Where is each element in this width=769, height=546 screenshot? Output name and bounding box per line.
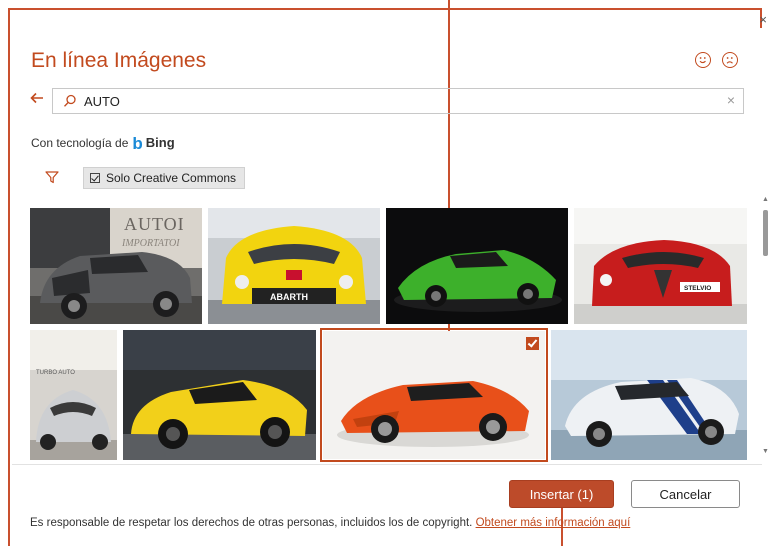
cancel-button[interactable]: Cancelar [631,480,740,508]
image-result-4[interactable]: STELVIO [574,208,747,324]
creative-commons-filter[interactable]: Solo Creative Commons [83,167,246,189]
bing-brand: Bing [145,135,175,150]
results-scrollbar[interactable]: ▲ ▼ [762,196,769,458]
filter-icon[interactable] [45,171,59,189]
abarth-plate-text: ABARTH [270,292,308,302]
powered-by-bing: Con tecnología de b Bing [31,134,175,154]
callout-frame-left [8,8,10,546]
more-info-link[interactable]: Obtener más información aquí [476,517,631,529]
showroom-sign-subtext: IMPORTATOI [121,238,180,249]
frown-icon[interactable] [722,52,738,68]
footer-divider [12,464,762,465]
online-images-dialog: × En línea Imágenes AUTO × Con tecnologí… [0,0,769,546]
scroll-down-icon[interactable]: ▼ [762,448,769,455]
creative-commons-label: Solo Creative Commons [106,171,237,185]
copyright-text: Es responsable de respetar los derechos … [30,517,473,529]
scroll-up-icon[interactable]: ▲ [762,196,769,203]
image-result-6[interactable] [123,330,316,460]
image-result-8[interactable] [551,330,747,460]
showroom-sign-text: AUTOI [124,214,185,234]
creative-commons-checkbox[interactable] [90,173,100,183]
image-result-5[interactable]: TURBO AUTO [30,330,117,460]
insert-button[interactable]: Insertar (1) [509,480,614,508]
back-arrow-icon[interactable] [29,90,45,109]
dialog-title: En línea Imágenes [31,49,207,72]
image-result-7[interactable] [320,328,548,462]
callout-frame-top [8,8,762,10]
scrollbar-thumb[interactable] [763,210,768,256]
search-value: AUTO [84,94,120,109]
selected-check-icon[interactable] [526,337,539,350]
bing-logo-icon: b [132,134,143,153]
turbo-auto-sign-text: TURBO AUTO [36,370,75,376]
image-result-2[interactable]: ABARTH [208,208,380,324]
image-result-3[interactable] [386,208,568,324]
search-icon [63,94,77,113]
clear-search-icon[interactable]: × [727,92,735,108]
powered-by-label: Con tecnología de [31,136,129,150]
close-button[interactable]: × [759,12,767,27]
smile-icon[interactable] [695,52,711,68]
search-input[interactable]: AUTO × [52,88,744,114]
image-result-1[interactable]: AUTOI IMPORTATOI [30,208,202,324]
copyright-notice: Es responsable de respetar los derechos … [30,517,630,529]
stelvio-plate-text: STELVIO [684,285,711,292]
